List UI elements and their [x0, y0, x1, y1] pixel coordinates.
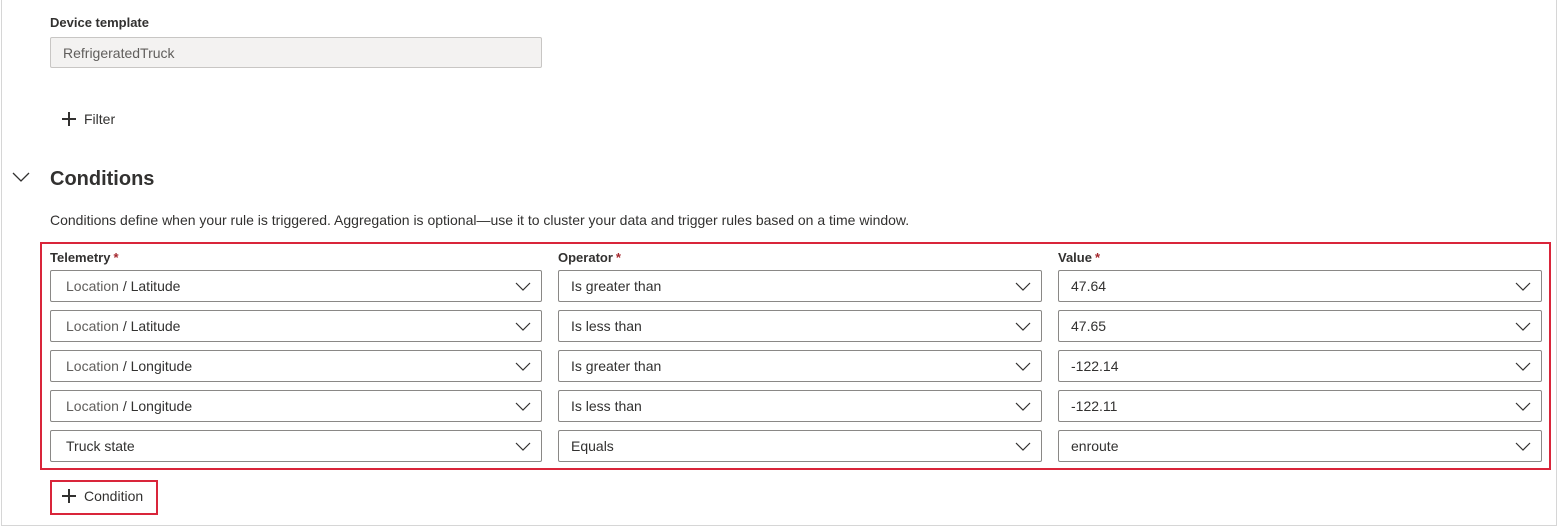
plus-icon	[62, 112, 76, 126]
device-template-label: Device template	[50, 15, 149, 30]
operator-value: Is greater than	[571, 278, 662, 294]
required-mark: *	[615, 250, 621, 265]
operator-dropdown[interactable]: Is less than	[558, 310, 1042, 342]
telemetry-group: Location	[66, 358, 119, 374]
value-dropdown[interactable]: 47.64	[1058, 270, 1542, 302]
chevron-down-icon	[1515, 442, 1531, 451]
operator-dropdown[interactable]: Is greater than	[558, 350, 1042, 382]
chevron-down-icon[interactable]	[11, 170, 31, 184]
telemetry-dropdown[interactable]: Truck state	[50, 430, 542, 462]
telemetry-group: Location	[66, 398, 119, 414]
condition-value: 47.65	[1071, 318, 1107, 334]
operator-header-text: Operator	[558, 250, 613, 265]
condition-value: enroute	[1071, 438, 1119, 454]
device-template-field: RefrigeratedTruck	[50, 37, 542, 68]
telemetry-name: Latitude	[130, 278, 181, 294]
telemetry-header: Telemetry *	[50, 250, 119, 265]
operator-dropdown[interactable]: Is less than	[558, 390, 1042, 422]
operator-dropdown[interactable]: Equals	[558, 430, 1042, 462]
chevron-down-icon	[515, 442, 531, 451]
add-condition-label: Condition	[84, 488, 144, 504]
chevron-down-icon	[515, 282, 531, 291]
chevron-down-icon	[515, 322, 531, 331]
chevron-down-icon	[1515, 282, 1531, 291]
telemetry-separator: /	[118, 398, 131, 414]
value-header-text: Value	[1058, 250, 1092, 265]
required-mark: *	[1094, 250, 1101, 265]
operator-value: Is greater than	[571, 358, 662, 374]
telemetry-name: Longitude	[130, 398, 193, 414]
telemetry-name: Truck state	[66, 438, 135, 454]
chevron-down-icon	[1015, 322, 1031, 331]
value-dropdown[interactable]: -122.14	[1058, 350, 1542, 382]
chevron-down-icon	[515, 402, 531, 411]
telemetry-dropdown[interactable]: Location / Latitude	[50, 310, 542, 342]
telemetry-separator: /	[118, 358, 131, 374]
value-dropdown[interactable]: -122.11	[1058, 390, 1542, 422]
add-condition-button[interactable]: Condition	[62, 488, 143, 504]
value-header: Value *	[1058, 250, 1100, 265]
condition-value: 47.64	[1071, 278, 1107, 294]
operator-value: Is less than	[571, 398, 642, 414]
conditions-description: Conditions define when your rule is trig…	[50, 212, 910, 228]
operator-value: Equals	[571, 438, 614, 454]
chevron-down-icon	[1515, 362, 1531, 371]
telemetry-dropdown[interactable]: Location / Longitude	[50, 350, 542, 382]
telemetry-dropdown[interactable]: Location / Longitude	[50, 390, 542, 422]
condition-value: -122.11	[1071, 398, 1118, 414]
chevron-down-icon	[1015, 442, 1031, 451]
conditions-title: Conditions	[50, 168, 155, 190]
telemetry-separator: /	[118, 318, 131, 334]
chevron-down-icon	[1015, 362, 1031, 371]
telemetry-name: Latitude	[130, 318, 181, 334]
telemetry-separator: /	[118, 278, 131, 294]
condition-value: -122.14	[1071, 358, 1119, 374]
required-mark: *	[113, 250, 119, 265]
telemetry-name: Longitude	[130, 358, 193, 374]
telemetry-group: Location	[66, 318, 119, 334]
chevron-down-icon	[1515, 402, 1531, 411]
add-filter-label: Filter	[84, 111, 116, 127]
chevron-down-icon	[1015, 402, 1031, 411]
chevron-down-icon	[1015, 282, 1031, 291]
chevron-down-icon	[515, 362, 531, 371]
value-dropdown[interactable]: 47.65	[1058, 310, 1542, 342]
telemetry-group: Location	[66, 278, 119, 294]
operator-value: Is less than	[571, 318, 642, 334]
operator-header: Operator *	[558, 250, 621, 265]
operator-dropdown[interactable]: Is greater than	[558, 270, 1042, 302]
telemetry-dropdown[interactable]: Location / Latitude	[50, 270, 542, 302]
value-dropdown[interactable]: enroute	[1058, 430, 1542, 462]
telemetry-header-text: Telemetry	[50, 250, 111, 265]
add-filter-button[interactable]: Filter	[62, 111, 115, 127]
chevron-down-icon	[1515, 322, 1531, 331]
plus-icon	[62, 489, 76, 503]
